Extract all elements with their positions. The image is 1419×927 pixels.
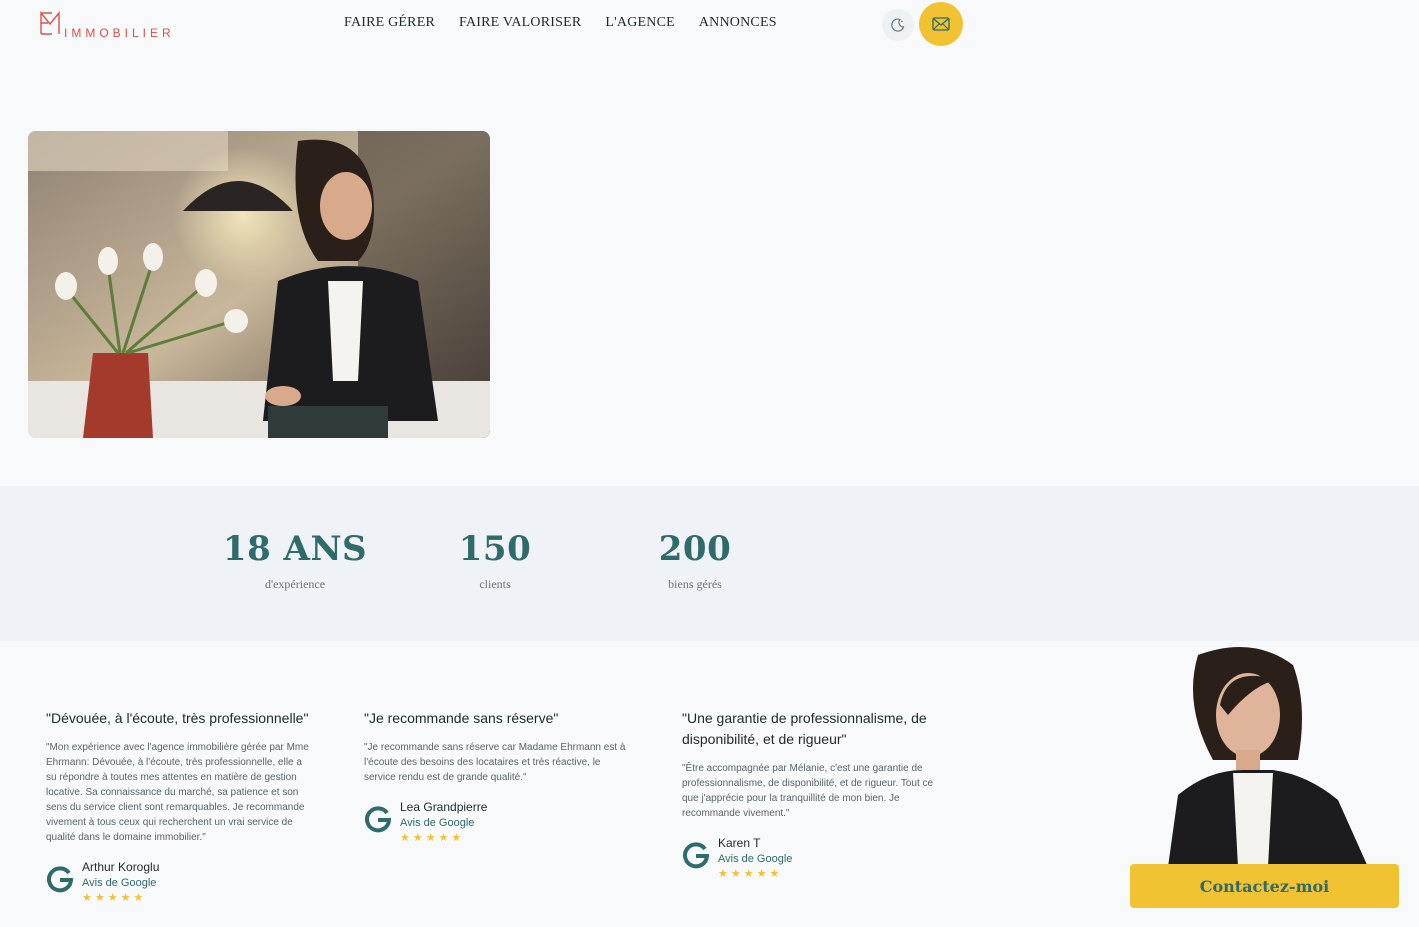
stat-experience: 18 ANS d'expérience — [195, 529, 395, 592]
review-body: "Être accompagnée par Mélanie, c'est une… — [682, 763, 934, 819]
mail-button[interactable] — [919, 2, 963, 46]
review-card: "Une garantie de professionnalisme, de d… — [682, 708, 950, 881]
stat-label: d'expérience — [264, 577, 326, 591]
nav-faire-gerer[interactable]: FAIRE GÉRER — [344, 15, 435, 31]
reviewer: Lea Grandpierre Avis de Google ★★★★★ — [364, 799, 632, 845]
agent-photo — [28, 131, 490, 438]
stats-section: 18 ANS d'expérience 150 clients 200 bien… — [0, 486, 1419, 641]
main-nav: FAIRE GÉRER FAIRE VALORISER L'AGENCE ANN… — [344, 15, 777, 31]
google-icon — [47, 866, 74, 893]
google-icon — [683, 842, 710, 869]
review-body: "Mon expérience avec l'agence immobilièr… — [46, 742, 309, 843]
envelope-icon — [932, 17, 950, 31]
review-title: "Je recommande sans réserve" — [364, 710, 559, 726]
stat-value: 18 ANS — [222, 529, 368, 569]
agent-portrait-illustration — [1168, 647, 1368, 867]
review-card: "Dévouée, à l'écoute, très professionnel… — [46, 708, 314, 905]
google-icon — [365, 806, 392, 833]
site-header: IMMOBILIER FAIRE GÉRER FAIRE VALORISER L… — [0, 0, 1419, 60]
review-body: "Je recommande sans réserve car Madame E… — [364, 742, 626, 783]
star-rating: ★★★★★ — [82, 892, 147, 904]
stat-value: 200 — [658, 529, 732, 569]
nav-faire-valoriser[interactable]: FAIRE VALORISER — [459, 15, 581, 31]
theme-toggle-button[interactable] — [882, 9, 914, 41]
reviewer-name: Lea Grandpierre — [400, 800, 488, 814]
review-title: "Dévouée, à l'écoute, très professionnel… — [46, 710, 309, 726]
review-card: "Je recommande sans réserve" "Je recomma… — [364, 708, 632, 845]
logo[interactable]: IMMOBILIER — [38, 10, 198, 40]
agent-portrait — [1158, 645, 1370, 867]
stat-label: clients — [479, 577, 511, 591]
stat-properties: 200 biens gérés — [595, 529, 795, 592]
star-rating: ★★★★★ — [400, 832, 465, 844]
stat-clients: 150 clients — [395, 529, 595, 592]
review-title: "Une garantie de professionnalisme, de d… — [682, 710, 927, 747]
contact-me-button[interactable]: Contactez-moi — [1130, 864, 1399, 908]
logo-text: IMMOBILIER — [64, 26, 175, 40]
nav-annonces[interactable]: ANNONCES — [699, 15, 777, 31]
reviewer-name: Karen T — [718, 836, 761, 850]
star-rating: ★★★★★ — [718, 868, 783, 880]
reviewer-name: Arthur Koroglu — [82, 860, 160, 874]
review-source: Avis de Google — [718, 853, 793, 865]
moon-icon — [891, 18, 905, 32]
reviewer: Karen T Avis de Google ★★★★★ — [682, 835, 950, 881]
review-source: Avis de Google — [82, 877, 157, 889]
stat-label: biens gérés — [668, 577, 722, 591]
review-source: Avis de Google — [400, 817, 475, 829]
agent-photo-illustration — [28, 131, 490, 438]
reviewer: Arthur Koroglu Avis de Google ★★★★★ — [46, 859, 314, 905]
stat-value: 150 — [458, 529, 532, 569]
nav-agence[interactable]: L'AGENCE — [605, 15, 674, 31]
